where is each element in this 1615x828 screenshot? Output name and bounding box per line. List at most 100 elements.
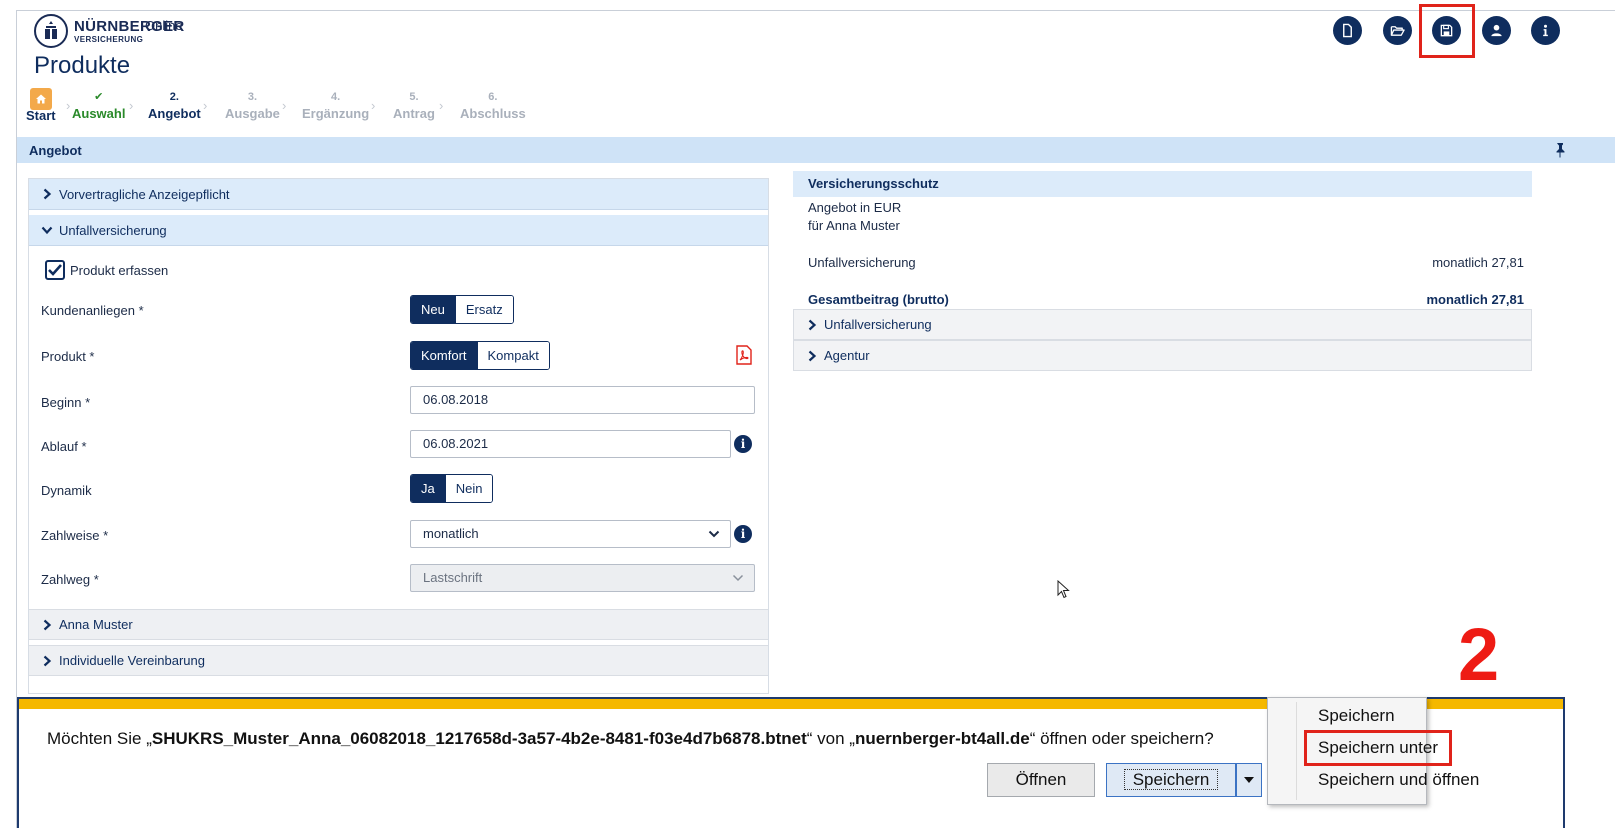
save-options-dropdown-button[interactable] — [1236, 763, 1262, 797]
open-file-button[interactable]: Öffnen — [987, 763, 1095, 797]
menu-item-speichern-und-oeffnen[interactable]: Speichern und öffnen — [1318, 770, 1479, 790]
summary-accordion-unfall[interactable]: Unfallversicherung — [793, 309, 1532, 340]
step-ausgabe[interactable]: 3. Ausgabe — [225, 88, 280, 122]
step-angebot-number: 2. — [169, 91, 179, 103]
step-angebot[interactable]: 2. Angebot — [148, 88, 201, 122]
summary-accordion-unfall-label: Unfallversicherung — [824, 317, 932, 332]
chevron-right-icon — [43, 619, 52, 630]
dynamik-nein[interactable]: Nein — [444, 475, 493, 502]
chevron-down-icon — [732, 574, 744, 582]
chevron-down-icon — [41, 226, 53, 235]
zahlweise-info-icon[interactable]: i — [734, 525, 752, 543]
save-file-button[interactable]: Speichern — [1106, 763, 1236, 797]
pin-icon[interactable] — [1553, 142, 1567, 158]
user-button[interactable] — [1482, 16, 1511, 45]
unfall-summary-label: Unfallversicherung — [808, 255, 916, 270]
download-message-mid: “ von „ — [806, 729, 855, 748]
step-ergaenzung[interactable]: 4. Ergänzung — [302, 88, 369, 122]
accordion-individuell-label: Individuelle Vereinbarung — [59, 653, 205, 668]
annotation-step-number: 2 — [1458, 613, 1500, 696]
section-header: Angebot — [17, 137, 1615, 163]
frame-top-line — [16, 10, 1615, 11]
checkbox-box — [45, 260, 65, 280]
kundenanliegen-ersatz[interactable]: Ersatz — [454, 296, 513, 323]
step-abschluss[interactable]: 6. Abschluss — [460, 88, 526, 122]
ablauf-input[interactable]: 06.08.2021 — [410, 430, 731, 458]
section-title: Angebot — [29, 143, 82, 158]
ablauf-info-icon[interactable]: i — [734, 435, 752, 453]
step-separator-icon: › — [129, 98, 134, 113]
step-antrag-label: Antrag — [393, 106, 435, 121]
new-document-button[interactable] — [1333, 16, 1362, 45]
angebot-currency-text: Angebot in EUR — [808, 200, 902, 215]
user-icon — [1491, 24, 1502, 37]
chevron-right-icon — [43, 188, 52, 200]
zahlweise-select[interactable]: monatlich — [410, 520, 731, 548]
zahlweg-label: Zahlweg * — [41, 572, 99, 587]
brand-sub: VERSICHERUNG — [74, 34, 144, 44]
dynamik-ja[interactable]: Ja — [411, 475, 445, 502]
produkt-erfassen-checkbox[interactable]: Produkt erfassen — [45, 260, 168, 280]
chevron-right-icon — [808, 350, 817, 361]
summary-accordion-agentur-label: Agentur — [824, 348, 870, 363]
menu-item-speichern[interactable]: Speichern — [1318, 706, 1395, 726]
versicherungsschutz-title: Versicherungsschutz — [793, 171, 1532, 197]
produkt-kompakt[interactable]: Kompakt — [476, 342, 549, 369]
accordion-vorvertragliche-label: Vorvertragliche Anzeigepflicht — [59, 186, 230, 202]
gesamtbeitrag-label: Gesamtbeitrag (brutto) — [808, 292, 949, 307]
step-auswahl[interactable]: ✔ Auswahl — [72, 88, 125, 122]
kundenanliegen-neu[interactable]: Neu — [411, 296, 455, 323]
zahlweg-value: Lastschrift — [423, 570, 483, 585]
accordion-vorvertragliche-anzeigepflicht[interactable]: Vorvertragliche Anzeigepflicht — [29, 179, 768, 210]
beginn-label: Beginn * — [41, 395, 91, 410]
step-ergaenzung-number: 4. — [330, 91, 341, 103]
step-abschluss-label: Abschluss — [460, 106, 526, 121]
ablauf-label: Ablauf * — [41, 439, 87, 454]
accordion-unfallversicherung[interactable]: Unfallversicherung — [29, 215, 768, 246]
step-abschluss-number: 6. — [488, 91, 498, 103]
beginn-input[interactable]: 06.08.2018 — [410, 386, 755, 414]
open-folder-icon — [1390, 26, 1405, 36]
step-start[interactable]: Start — [26, 88, 56, 124]
step-separator-icon: › — [371, 98, 376, 113]
accordion-anna-label: Anna Muster — [59, 617, 133, 632]
step-separator-icon: › — [66, 98, 71, 113]
gesamtbeitrag-value: monatlich 27,81 — [1426, 292, 1524, 307]
check-icon — [48, 264, 62, 276]
summary-accordion-agentur[interactable]: Agentur — [793, 340, 1532, 371]
step-antrag[interactable]: 5. Antrag — [393, 88, 435, 122]
info-button[interactable] — [1531, 16, 1560, 45]
download-message-prefix: Möchten Sie „ — [47, 729, 152, 748]
download-message: Möchten Sie „SHUKRS_Muster_Anna_06082018… — [47, 729, 1214, 749]
download-filename: SHUKRS_Muster_Anna_06082018_1217658d-3a5… — [151, 729, 807, 748]
dropdown-arrow-icon — [1244, 777, 1254, 783]
angebot-customer-text: für Anna Muster — [808, 218, 900, 233]
kundenanliegen-label: Kundenanliegen * — [41, 303, 144, 318]
produkt-komfort[interactable]: Komfort — [411, 342, 477, 369]
open-folder-button[interactable] — [1383, 16, 1412, 45]
produkt-toggle: Komfort Kompakt — [410, 341, 550, 370]
zahlweise-value: monatlich — [423, 526, 479, 541]
download-message-suffix: “ öffnen oder speichern? — [1029, 729, 1214, 748]
step-auswahl-label: Auswahl — [72, 106, 126, 121]
left-panel: Vorvertragliche Anzeigepflicht Unfallver… — [28, 178, 769, 694]
step-ausgabe-number: 3. — [247, 91, 258, 103]
step-ausgabe-label: Ausgabe — [225, 106, 280, 121]
dynamik-toggle: Ja Nein — [410, 474, 494, 503]
accordion-individuelle-vereinbarung[interactable]: Individuelle Vereinbarung — [29, 645, 768, 676]
step-separator-icon: › — [203, 98, 208, 113]
zahlweise-label: Zahlweise * — [41, 528, 109, 543]
step-separator-icon: › — [439, 98, 444, 113]
chevron-right-icon — [808, 319, 817, 330]
brand-online: Online — [145, 18, 183, 33]
dynamik-label: Dynamik — [41, 483, 92, 498]
step-ergaenzung-label: Ergänzung — [302, 106, 370, 121]
accordion-unfall-label: Unfallversicherung — [59, 222, 167, 238]
step-antrag-number: 5. — [409, 91, 419, 103]
step-separator-icon: › — [282, 98, 287, 113]
page-title: Produkte — [34, 52, 131, 79]
accordion-anna-muster[interactable]: Anna Muster — [29, 609, 768, 640]
pdf-icon[interactable] — [735, 345, 753, 365]
menu-gutter — [1296, 702, 1297, 800]
produkt-label: Produkt * — [41, 349, 95, 364]
